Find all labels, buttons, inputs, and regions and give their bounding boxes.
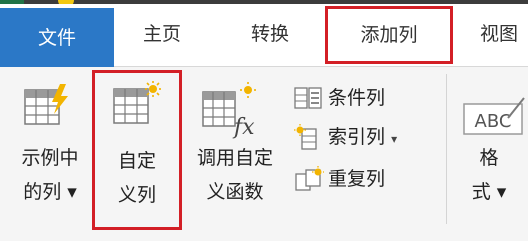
table-sparkle-icon xyxy=(113,81,161,124)
fx-text: fx xyxy=(232,115,255,140)
format-button[interactable]: ABC 格 式 ▾ xyxy=(450,78,528,228)
conditional-column-label: 条件列 xyxy=(328,87,386,109)
invoke-custom-function-button[interactable]: fx 调用自定 义函数 xyxy=(186,78,284,228)
column-from-examples-label-2: 的列 ▾ xyxy=(23,181,77,203)
tab-home[interactable]: 主页 xyxy=(124,8,200,60)
index-column-button[interactable]: 索引列 ▾ xyxy=(292,122,442,152)
conditional-column-button[interactable]: 条件列 xyxy=(292,83,442,113)
duplicate-column-icon xyxy=(295,166,324,191)
format-label-1: 格 xyxy=(479,147,499,169)
column-from-examples-label-1: 示例中 xyxy=(21,147,79,169)
conditional-column-icon xyxy=(294,87,322,109)
index-column-text: 索引列 xyxy=(328,126,386,148)
tab-add-column[interactable]: 添加列 xyxy=(325,6,453,64)
index-column-dropdown-caret[interactable]: ▾ xyxy=(391,132,397,146)
invoke-custom-function-label-1: 调用自定 xyxy=(196,147,273,169)
ribbon-tab-bar: 文件 主页 转换 添加列 视图 xyxy=(0,4,528,68)
invoke-custom-function-label-2: 义函数 xyxy=(206,181,264,203)
index-column-label: 索引列 ▾ xyxy=(328,123,397,153)
table-lightning-icon xyxy=(24,84,68,125)
tab-transform[interactable]: 转换 xyxy=(232,8,308,60)
abc-format-icon: ABC xyxy=(463,97,525,135)
custom-column-button[interactable]: 自定 义列 xyxy=(92,70,182,230)
custom-column-label-1: 自定 xyxy=(117,150,156,172)
custom-column-label-2: 义列 xyxy=(117,184,156,206)
index-column-icon xyxy=(294,124,317,150)
duplicate-column-button[interactable]: 重复列 xyxy=(292,164,442,194)
format-label-2: 式 ▾ xyxy=(471,181,507,203)
duplicate-column-label: 重复列 xyxy=(328,168,386,190)
tab-file[interactable]: 文件 xyxy=(0,8,114,68)
tab-view[interactable]: 视图 xyxy=(470,8,528,60)
ribbon-group-separator xyxy=(446,74,447,224)
abc-text: ABC xyxy=(475,111,512,132)
column-from-examples-button[interactable]: 示例中 的列 ▾ xyxy=(6,78,94,228)
function-table-icon: fx xyxy=(202,82,256,140)
